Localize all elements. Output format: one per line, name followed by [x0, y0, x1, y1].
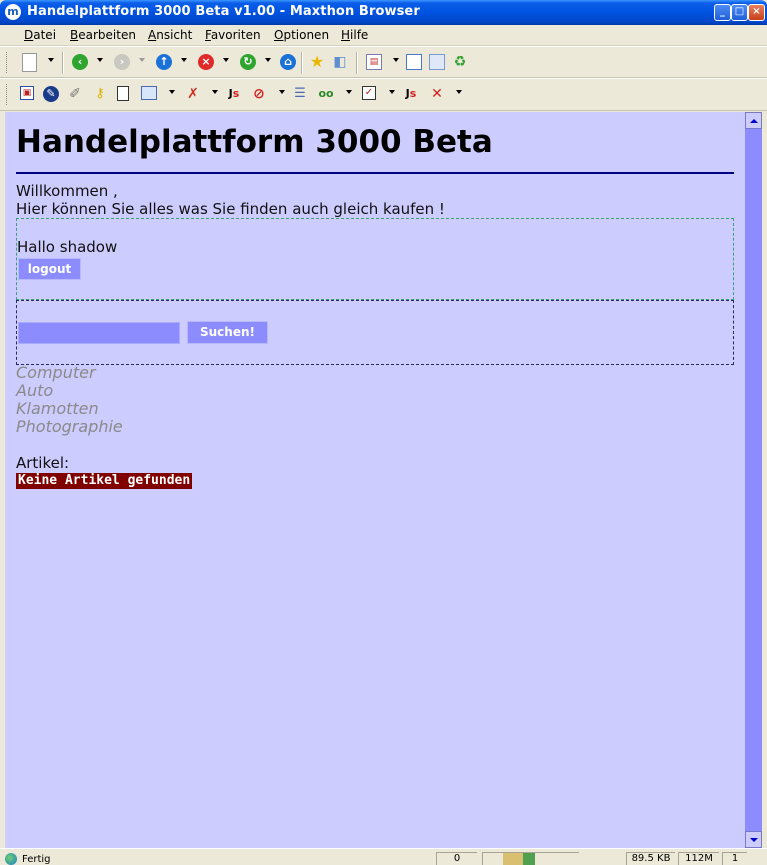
chevron-down-icon[interactable] — [181, 58, 187, 62]
chevron-down-icon[interactable] — [223, 58, 229, 62]
chevron-down-icon[interactable] — [212, 90, 218, 94]
search-panel: Suchen! — [16, 300, 734, 365]
status-text: Fertig — [22, 854, 51, 865]
chevron-down-icon[interactable] — [279, 90, 285, 94]
close-button[interactable]: × — [748, 4, 765, 21]
category-link-klamotten[interactable]: Klamotten — [16, 400, 123, 418]
chevron-down-icon[interactable] — [169, 90, 175, 94]
maxthon-app-icon[interactable]: m — [5, 4, 21, 20]
layout-icon[interactable]: ▤ — [366, 54, 382, 70]
category-list: Computer Auto Klamotten Photographie — [16, 364, 123, 436]
chevron-down-icon[interactable] — [139, 58, 145, 62]
minimize-button[interactable]: _ — [714, 4, 731, 21]
page-content: Handelplattform 3000 Beta Willkommen , H… — [5, 112, 745, 848]
status-bar: Fertig 0 89.5 KB 112M 1 — [0, 848, 767, 865]
key-icon[interactable]: ⚷ — [92, 86, 108, 102]
toolbar-separator — [62, 52, 64, 74]
category-link-computer[interactable]: Computer — [16, 364, 123, 382]
login-panel: Hallo shadow logout — [16, 218, 734, 300]
chevron-down-icon[interactable] — [456, 90, 462, 94]
search-input[interactable] — [18, 322, 180, 344]
heading-rule — [16, 172, 734, 174]
refresh-icon[interactable]: ↻ — [240, 54, 256, 70]
home-icon[interactable]: ⌂ — [280, 54, 296, 70]
panel-icon[interactable] — [429, 54, 445, 70]
up-icon[interactable]: ↑ — [156, 54, 172, 70]
list-icon[interactable]: ☰ — [292, 86, 308, 102]
forward-icon[interactable]: › — [114, 54, 130, 70]
category-link-photographie[interactable]: Photographie — [16, 418, 123, 436]
welcome-line-2: Hier können Sie alles was Sie finden auc… — [16, 200, 445, 218]
toolbar-separator — [301, 52, 303, 74]
js-icon-2[interactable]: Js — [403, 86, 419, 102]
window-title: Handelplattform 3000 Beta v1.00 - Maxtho… — [27, 4, 420, 19]
popup-block-icon[interactable]: ✗ — [185, 86, 201, 102]
status-tail: 1 — [722, 852, 747, 865]
new-page-icon[interactable] — [22, 53, 37, 72]
scroll-up-button[interactable] — [745, 112, 762, 129]
menu-optionen[interactable]: Optionen — [274, 28, 329, 42]
tool-icon[interactable]: ✐ — [67, 86, 83, 102]
block-icon[interactable]: ⊘ — [251, 86, 267, 102]
status-memory: 112M — [678, 852, 719, 865]
fullscreen-icon[interactable] — [406, 54, 422, 70]
scroll-down-button[interactable] — [745, 831, 762, 848]
chevron-down-icon[interactable] — [97, 58, 103, 62]
menu-datei[interactable]: Datei — [24, 28, 56, 42]
page-icon[interactable]: ▣ — [20, 86, 34, 100]
chevron-down-icon[interactable] — [393, 58, 399, 62]
page-heading: Handelplattform 3000 Beta — [16, 124, 493, 160]
main-toolbar: ‹ › ↑ × ↻ ⌂ ★ ◧ ▤ ♻ — [0, 46, 767, 78]
no-articles-message: Keine Artikel gefunden — [16, 473, 193, 489]
notepad-icon[interactable] — [117, 86, 129, 101]
window-titlebar: m Handelplattform 3000 Beta v1.00 - Maxt… — [0, 0, 767, 25]
js-icon[interactable]: Js — [226, 86, 242, 102]
glasses-icon[interactable]: oo — [318, 86, 334, 102]
menu-ansicht[interactable]: Ansicht — [148, 28, 192, 42]
stop-icon[interactable]: × — [198, 54, 214, 70]
checkbox-icon[interactable]: ✓ — [362, 86, 376, 100]
globe-icon — [5, 853, 17, 865]
arrow-down-icon — [750, 838, 758, 842]
chevron-down-icon[interactable] — [48, 58, 54, 62]
category-link-auto[interactable]: Auto — [16, 382, 123, 400]
search-button[interactable]: Suchen! — [187, 321, 268, 344]
menu-favoriten[interactable]: Favoriten — [205, 28, 261, 42]
toolbar-grip[interactable] — [6, 52, 10, 73]
toolbar-grip[interactable] — [6, 84, 10, 105]
menu-hilfe[interactable]: Hilfe — [341, 28, 368, 42]
welcome-text: Willkommen , Hier können Sie alles was S… — [16, 182, 445, 218]
menu-bearbeiten[interactable]: Bearbeiten — [70, 28, 136, 42]
menu-bar: Datei Bearbeiten Ansicht Favoriten Optio… — [0, 25, 767, 46]
recycle-icon[interactable]: ♻ — [452, 54, 468, 70]
chevron-down-icon[interactable] — [389, 90, 395, 94]
maximize-button[interactable]: □ — [731, 4, 748, 21]
compass-icon[interactable]: ✎ — [43, 86, 59, 102]
welcome-line-1: Willkommen , — [16, 182, 118, 200]
calendar-icon[interactable] — [141, 86, 157, 100]
logout-button[interactable]: logout — [18, 258, 81, 280]
chevron-down-icon[interactable] — [346, 90, 352, 94]
back-icon[interactable]: ‹ — [72, 54, 88, 70]
favorites-star-icon[interactable]: ★ — [309, 54, 325, 70]
status-size: 89.5 KB — [626, 852, 675, 865]
articles-label: Artikel: — [16, 454, 70, 472]
history-icon[interactable]: ◧ — [332, 54, 348, 70]
plugin-toolbar: ▣ ✎ ✐ ⚷ ✗ Js ⊘ ☰ oo ✓ Js ✕ — [0, 78, 767, 111]
window-frame-right — [762, 112, 767, 848]
toolbar-separator — [356, 52, 358, 74]
status-icons[interactable] — [482, 852, 579, 865]
hello-user-text: Hallo shadow — [17, 238, 118, 256]
clear-icon[interactable]: ✕ — [429, 86, 445, 102]
arrow-up-icon — [750, 119, 758, 123]
chevron-down-icon[interactable] — [265, 58, 271, 62]
vertical-scrollbar[interactable] — [745, 112, 762, 848]
status-count: 0 — [436, 852, 477, 865]
